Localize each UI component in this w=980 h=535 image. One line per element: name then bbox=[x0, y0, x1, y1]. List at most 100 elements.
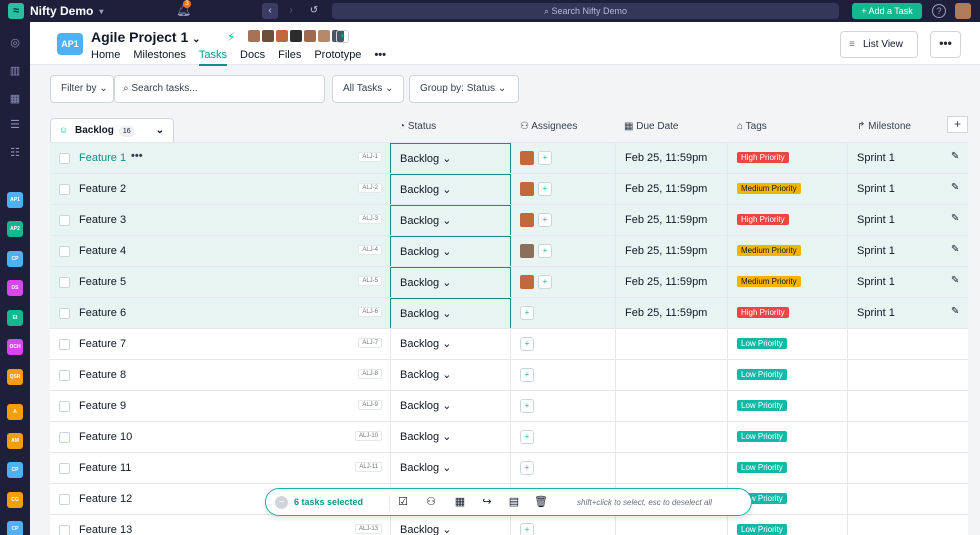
task-checkbox[interactable] bbox=[59, 463, 70, 474]
status-dropdown[interactable]: Backlog ⌄ bbox=[390, 329, 511, 360]
priority-tag[interactable]: Low Priority bbox=[737, 369, 787, 380]
status-dropdown[interactable]: Backlog ⌄ bbox=[390, 453, 511, 484]
task-name[interactable]: Feature 5 bbox=[79, 276, 126, 288]
task-name[interactable]: Feature 2 bbox=[79, 183, 126, 195]
task-checkbox[interactable] bbox=[59, 215, 70, 226]
task-row[interactable]: Feature 3 ALJ-3 Backlog ⌄ + Feb 25, 11:59pm H… bbox=[50, 204, 968, 236]
tab-milestones[interactable]: Milestones bbox=[133, 49, 186, 66]
task-checkbox[interactable] bbox=[59, 277, 70, 288]
task-row[interactable]: Feature 7 ALJ-7 Backlog ⌄ + Low Priority bbox=[50, 328, 968, 360]
tab-home[interactable]: Home bbox=[91, 49, 120, 66]
task-row[interactable]: Feature 2 ALJ-2 Backlog ⌄ + Feb 25, 11:59pm M… bbox=[50, 173, 968, 205]
automation-bolt-icon[interactable]: ⚡︎ bbox=[227, 30, 235, 44]
assignees-cell[interactable]: + bbox=[520, 306, 534, 320]
task-checkbox[interactable] bbox=[59, 184, 70, 195]
add-assignee-icon[interactable]: + bbox=[520, 399, 534, 413]
project-title[interactable]: Agile Project 1 ⌄ bbox=[91, 29, 201, 45]
tab-prototype[interactable]: Prototype bbox=[314, 49, 361, 66]
workspace-switcher[interactable]: ≈ Nifty Demo ▾ bbox=[0, 3, 170, 19]
add-member-icon[interactable]: + bbox=[336, 30, 349, 43]
tab-docs[interactable]: Docs bbox=[240, 49, 265, 66]
task-name[interactable]: Feature 12 bbox=[79, 493, 132, 505]
assignees-cell[interactable]: + bbox=[520, 368, 534, 382]
all-tasks-dropdown[interactable]: All Tasks ⌄ bbox=[332, 75, 404, 103]
delete-icon[interactable]: 🗑︎ bbox=[533, 494, 549, 510]
priority-tag[interactable]: Medium Priority bbox=[737, 245, 801, 256]
column-header-due-date[interactable]: ▦ Due Date bbox=[624, 121, 678, 132]
priority-tag[interactable]: High Priority bbox=[737, 152, 789, 163]
milestone[interactable]: Sprint 1 bbox=[857, 307, 895, 319]
view-switcher-button[interactable]: List View bbox=[840, 31, 918, 58]
task-checkbox[interactable] bbox=[59, 494, 70, 505]
help-icon[interactable]: ? bbox=[932, 4, 946, 18]
mark-complete-icon[interactable]: ☑ bbox=[395, 494, 411, 510]
project-shortcut[interactable]: CG bbox=[7, 492, 23, 508]
assignees-cell[interactable]: + bbox=[520, 430, 534, 444]
status-dropdown[interactable]: Backlog ⌄ bbox=[390, 391, 511, 422]
add-assignee-icon[interactable]: + bbox=[538, 213, 552, 227]
filter-by-button[interactable]: Filter by ⌄ bbox=[50, 75, 114, 103]
global-search-input[interactable]: ⌕ Search Nifty Demo bbox=[332, 3, 839, 19]
status-dropdown[interactable]: Backlog ⌄ bbox=[390, 236, 511, 267]
assignee-avatar[interactable] bbox=[520, 182, 534, 196]
due-date[interactable]: Feb 25, 11:59pm bbox=[625, 183, 707, 195]
member-avatars[interactable] bbox=[248, 30, 344, 42]
task-name[interactable]: Feature 3 bbox=[79, 214, 126, 226]
column-header-assignees[interactable]: ⚇ Assignees bbox=[520, 121, 577, 132]
task-name[interactable]: Feature 6 bbox=[79, 307, 126, 319]
milestone[interactable]: Sprint 1 bbox=[857, 152, 895, 164]
add-assignee-icon[interactable]: + bbox=[520, 461, 534, 475]
edit-pencil-icon[interactable]: ✎ bbox=[951, 306, 959, 317]
checklist-icon[interactable]: ☷ bbox=[8, 146, 22, 160]
tab-tasks[interactable]: Tasks bbox=[198, 49, 228, 66]
project-shortcut[interactable]: CP bbox=[7, 462, 23, 478]
task-name[interactable]: Feature 10 bbox=[79, 431, 132, 443]
project-shortcut[interactable]: DS bbox=[7, 280, 23, 296]
task-checkbox[interactable] bbox=[59, 308, 70, 319]
project-shortcut[interactable]: A bbox=[7, 404, 23, 420]
assignees-cell[interactable]: + bbox=[520, 523, 534, 535]
notifications-bell-icon[interactable]: 🔔︎ 3 bbox=[176, 0, 191, 17]
forward-button[interactable]: › bbox=[283, 3, 299, 19]
chart-icon[interactable]: ▥ bbox=[8, 64, 22, 78]
status-dropdown[interactable]: Backlog ⌄ bbox=[390, 174, 511, 205]
task-row[interactable]: Feature 1 ••• ALJ-1 Backlog ⌄ + Feb 25, 11:59… bbox=[50, 142, 968, 174]
add-assignee-icon[interactable]: + bbox=[520, 306, 534, 320]
assignees-cell[interactable]: + bbox=[520, 151, 552, 165]
list-icon[interactable]: ☰ bbox=[8, 118, 22, 132]
project-shortcut[interactable]: AM bbox=[7, 433, 23, 449]
assignees-cell[interactable]: + bbox=[520, 182, 552, 196]
milestone[interactable]: Sprint 1 bbox=[857, 245, 895, 257]
history-icon[interactable]: ↺ bbox=[306, 3, 322, 19]
status-dropdown[interactable]: Backlog ⌄ bbox=[390, 143, 511, 174]
task-name[interactable]: Feature 8 bbox=[79, 369, 126, 381]
edit-pencil-icon[interactable]: ✎ bbox=[951, 182, 959, 193]
edit-pencil-icon[interactable]: ✎ bbox=[951, 275, 959, 286]
add-task-button[interactable]: + Add a Task bbox=[852, 3, 922, 19]
add-assignee-icon[interactable]: + bbox=[538, 151, 552, 165]
task-more-icon[interactable]: ••• bbox=[131, 150, 143, 162]
milestone[interactable]: Sprint 1 bbox=[857, 276, 895, 288]
milestone[interactable]: Sprint 1 bbox=[857, 183, 895, 195]
priority-tag[interactable]: Low Priority bbox=[737, 462, 787, 473]
assignees-cell[interactable]: + bbox=[520, 244, 552, 258]
assignees-cell[interactable]: + bbox=[520, 213, 552, 227]
priority-tag[interactable]: Medium Priority bbox=[737, 276, 801, 287]
add-assignee-icon[interactable]: + bbox=[520, 430, 534, 444]
add-assignee-icon[interactable]: + bbox=[520, 337, 534, 351]
priority-tag[interactable]: Low Priority bbox=[737, 338, 787, 349]
add-column-button[interactable]: + bbox=[947, 116, 968, 133]
calendar-icon[interactable]: ▦ bbox=[452, 494, 468, 510]
add-assignee-icon[interactable]: + bbox=[520, 523, 534, 535]
add-assignee-icon[interactable]: + bbox=[520, 368, 534, 382]
due-date[interactable]: Feb 25, 11:59pm bbox=[625, 276, 707, 288]
assignees-cell[interactable]: + bbox=[520, 461, 534, 475]
task-checkbox[interactable] bbox=[59, 432, 70, 443]
task-row[interactable]: Feature 6 ALJ-6 Backlog ⌄ + Feb 25, 11:59pm H… bbox=[50, 297, 968, 329]
task-row[interactable]: Feature 9 ALJ-9 Backlog ⌄ + Low Priority bbox=[50, 390, 968, 422]
move-icon[interactable]: ↪ bbox=[479, 494, 495, 510]
milestone[interactable]: Sprint 1 bbox=[857, 214, 895, 226]
archive-icon[interactable]: ▤ bbox=[506, 494, 522, 510]
column-header-milestone[interactable]: ↱ Milestone bbox=[857, 121, 911, 132]
task-checkbox[interactable] bbox=[59, 370, 70, 381]
